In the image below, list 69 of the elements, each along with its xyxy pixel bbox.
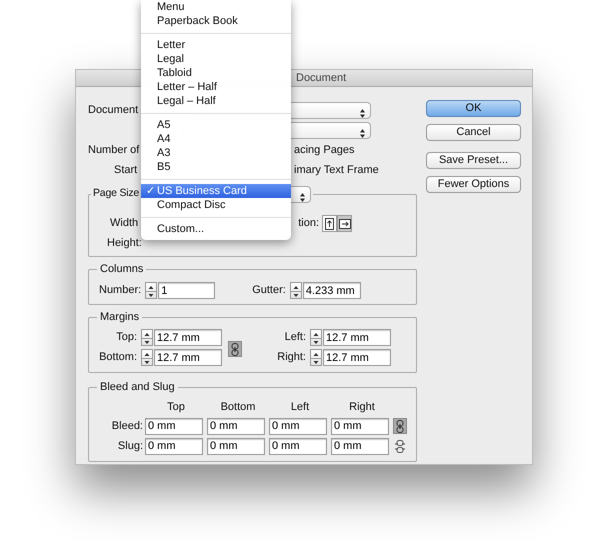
menu-item[interactable]: Letter xyxy=(141,38,291,52)
menu-item[interactable]: Menu xyxy=(141,0,291,14)
stepper[interactable] xyxy=(310,349,322,366)
menu-item[interactable]: Compact Disc xyxy=(141,198,291,212)
section-title: Columns xyxy=(100,263,144,275)
input-field[interactable]: 1 xyxy=(158,282,216,299)
menu-item[interactable]: A3 xyxy=(141,146,291,160)
dialog-button[interactable]: Save Preset... xyxy=(426,152,521,169)
input-field[interactable]: 0 mm xyxy=(207,418,265,434)
stepper[interactable] xyxy=(141,329,153,346)
input-field[interactable]: 0 mm xyxy=(269,418,327,434)
input-field[interactable]: 12.7 mm xyxy=(154,329,222,346)
field-label: Slug: xyxy=(116,438,143,454)
input-field[interactable]: 4.233 mm xyxy=(302,282,361,299)
checkbox-label[interactable]: imary Text Frame xyxy=(294,162,379,178)
section-title: Page Size xyxy=(93,186,140,201)
input-field[interactable]: 12.7 mm xyxy=(154,349,222,366)
menu-item[interactable]: Legal – Half xyxy=(141,94,291,108)
menu-item[interactable]: US Business Card ✓ xyxy=(141,184,291,198)
menu-item[interactable]: Custom... xyxy=(141,222,291,236)
checkbox-label[interactable]: acing Pages xyxy=(294,142,355,158)
dialog-button[interactable]: Cancel xyxy=(426,124,521,141)
field-label: Bottom: xyxy=(98,350,137,366)
stepper[interactable] xyxy=(310,329,322,346)
column-header: Top xyxy=(167,401,185,413)
field-label: Height: xyxy=(107,236,142,251)
input-field[interactable]: 12.7 mm xyxy=(323,349,391,366)
field-label: Gutter: xyxy=(252,283,286,298)
stepper[interactable] xyxy=(145,282,158,299)
field-label: Number of xyxy=(88,144,140,156)
column-header: Right xyxy=(349,401,375,413)
link-icon[interactable] xyxy=(228,341,242,357)
section-title: Margins xyxy=(100,311,140,323)
input-field[interactable]: 0 mm xyxy=(331,438,389,454)
input-field[interactable]: 0 mm xyxy=(331,418,389,434)
field-label: Bleed: xyxy=(110,418,143,434)
menu-item[interactable]: Tabloid xyxy=(141,66,291,80)
link-icon[interactable] xyxy=(393,418,407,434)
menu-item[interactable]: Paperback Book xyxy=(141,14,291,28)
column-header: Bottom xyxy=(220,401,256,413)
menu-item[interactable]: Legal xyxy=(141,52,291,66)
input-field[interactable]: 0 mm xyxy=(145,418,203,434)
stepper[interactable] xyxy=(290,282,302,299)
page-orientation-icon[interactable] xyxy=(322,215,337,232)
window-title: Document xyxy=(296,72,346,84)
field-label: Number: xyxy=(99,283,142,298)
input-field[interactable]: 12.7 mm xyxy=(323,329,391,346)
column-header: Left xyxy=(290,401,310,413)
dialog-button[interactable]: Fewer Options xyxy=(426,176,521,193)
field-label: Right: xyxy=(276,350,306,366)
dialog-button[interactable]: OK xyxy=(426,100,521,117)
input-field[interactable]: 0 mm xyxy=(207,438,265,454)
link-icon[interactable] xyxy=(393,438,407,454)
field-label: Width xyxy=(110,216,138,232)
menu-item[interactable]: Letter – Half xyxy=(141,80,291,94)
input-field[interactable]: 0 mm xyxy=(145,438,203,454)
field-label: Top: xyxy=(115,330,137,346)
menu-item[interactable]: A5 xyxy=(141,118,291,132)
field-label: Left: xyxy=(284,330,306,346)
field-label: tion: xyxy=(298,216,319,232)
page-orientation-icon[interactable] xyxy=(337,215,352,232)
section-title: Bleed and Slug xyxy=(100,381,175,393)
field-label: Start xyxy=(114,164,138,176)
menu-item[interactable]: B5 xyxy=(141,160,291,174)
check-mark: ✓ xyxy=(146,184,155,198)
menu-item[interactable]: A4 xyxy=(141,132,291,146)
stepper[interactable] xyxy=(141,349,153,366)
field-label: Document xyxy=(88,102,138,118)
input-field[interactable]: 0 mm xyxy=(269,438,327,454)
